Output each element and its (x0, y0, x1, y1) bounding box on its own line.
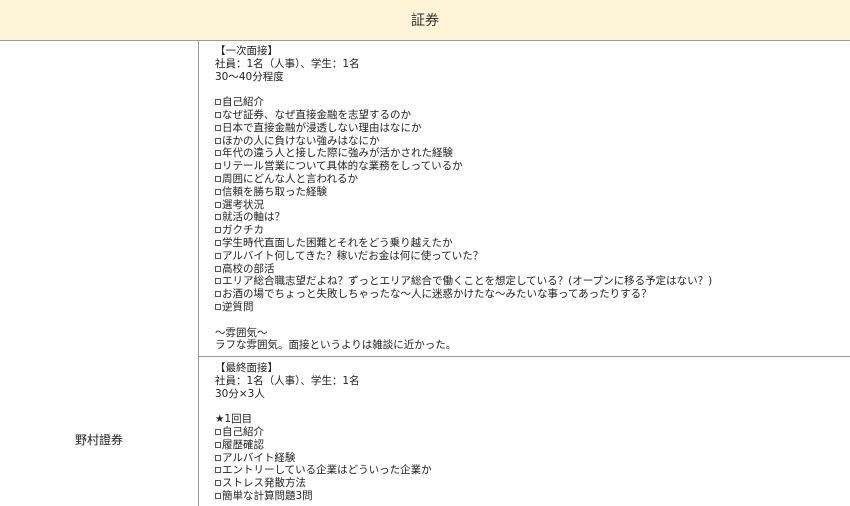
question-item: アルバイト何してきた？稼いだお金は何に使っていた？ (215, 250, 850, 263)
question-text: 逆質問 (222, 300, 254, 313)
question-item: 履歴確認 (215, 439, 850, 452)
checkbox-icon (215, 278, 221, 285)
question-text: ほかの人に負けない強みはなにか (222, 134, 380, 147)
question-list: 自己紹介 履歴確認 アルバイト経験 エントリーしている企業はどういった企業か ストレス発… (215, 426, 850, 503)
question-text: 高校の部活 (222, 262, 275, 275)
atmosphere-heading: 〜雰囲気〜 (215, 326, 268, 339)
checkbox-icon (215, 163, 221, 170)
checkbox-icon (215, 428, 221, 435)
question-text: なぜ証券、なぜ直接金融を志望するのか (222, 108, 411, 121)
question-text: 日本で直接金融が浸透しない理由はなにか (222, 121, 422, 134)
question-text: リテール営業について具体的な業務をしっているか (222, 160, 463, 173)
checkbox-icon (215, 239, 221, 246)
question-item: エリア総合職志望だよね？ずっとエリア総合で働くことを想定している？(オープンに移… (215, 275, 850, 288)
question-text: ガクチカ (222, 224, 264, 237)
question-item: 逆質問 (215, 301, 850, 314)
section-title: 証券 (411, 13, 439, 29)
question-item: ほかの人に負けない強みはなにか (215, 135, 850, 148)
interview-participants: 社員：1名（人事）、学生：1名 (215, 57, 360, 70)
interview-duration: 30〜40分程度 (215, 70, 284, 83)
checkbox-icon (215, 188, 221, 195)
question-item: なぜ証券、なぜ直接金融を志望するのか (215, 109, 850, 122)
checkbox-icon (215, 480, 221, 487)
checkbox-icon (215, 99, 221, 106)
question-text: 簡単な計算問題3問 (222, 489, 313, 502)
checkbox-icon (215, 291, 221, 298)
question-item: お酒の場でちょっと失敗しちゃったな〜人に迷惑かけたな〜みたいな事ってあったりする… (215, 288, 850, 301)
question-item: 自己紹介 (215, 426, 850, 439)
question-item: 自己紹介 (215, 96, 850, 109)
question-item: 日本で直接金融が浸透しない理由はなにか (215, 122, 850, 135)
company-column: 野村證券 (0, 41, 199, 506)
checkbox-icon (215, 227, 221, 234)
question-text: 年代の違う人と接した際に強みが活かされた経験 (222, 147, 453, 160)
question-item: 周囲にどんな人と言われるか (215, 173, 850, 186)
question-item: ストレス発散方法 (215, 477, 850, 490)
question-text: 就活の軸は？ (222, 211, 285, 224)
checkbox-icon (215, 175, 221, 182)
checkbox-icon (215, 150, 221, 157)
question-item: リテール営業について具体的な業務をしっているか (215, 160, 850, 173)
checkbox-icon (215, 111, 221, 118)
checkbox-icon (215, 454, 221, 461)
interview-heading: 【最終面接】 (215, 362, 278, 374)
question-text: アルバイト経験 (222, 451, 296, 464)
question-item: アルバイト経験 (215, 452, 850, 465)
checkbox-icon (215, 137, 221, 144)
question-text: 学生時代直面した困難とそれをどう乗り越えたか (222, 236, 453, 249)
question-list: 自己紹介 なぜ証券、なぜ直接金融を志望するのか 日本で直接金融が浸透しない理由はなに… (215, 96, 850, 314)
question-text: アルバイト何してきた？稼いだお金は何に使っていた？ (222, 249, 484, 262)
question-item: 簡単な計算問題3問 (215, 490, 850, 503)
question-item: 選考状況 (215, 199, 850, 212)
checkbox-icon (215, 252, 221, 259)
question-text: 周囲にどんな人と言われるか (222, 172, 358, 185)
question-item: エントリーしている企業はどういった企業か (215, 464, 850, 477)
interview-cell-first: 【一次面接】 社員：1名（人事）、学生：1名 30〜40分程度 自己紹介 なぜ証券… (199, 41, 850, 357)
interview-duration: 30分×3人 (215, 387, 265, 400)
checkbox-icon (215, 303, 221, 310)
question-text: 自己紹介 (222, 96, 264, 109)
checkbox-icon (215, 441, 221, 448)
company-name: 野村證券 (74, 433, 123, 447)
checkbox-icon (215, 492, 221, 499)
question-item: ガクチカ (215, 224, 850, 237)
question-text: エントリーしている企業はどういった企業か (222, 464, 432, 477)
question-text: 信頼を勝ち取った経験 (222, 185, 327, 198)
section-header: 証券 (0, 0, 850, 41)
question-text: ストレス発散方法 (222, 477, 306, 490)
question-item: 高校の部活 (215, 263, 850, 276)
checkbox-icon (215, 201, 221, 208)
question-text: エリア総合職志望だよね？ずっとエリア総合で働くことを想定している？(オープンに移… (222, 275, 713, 288)
question-text: お酒の場でちょっと失敗しちゃったな〜人に迷惑かけたな〜みたいな事ってあったりする… (222, 288, 652, 301)
question-item: 就活の軸は？ (215, 211, 850, 224)
interview-heading: 【一次面接】 (215, 45, 278, 57)
question-item: 信頼を勝ち取った経験 (215, 186, 850, 199)
question-text: 選考状況 (222, 198, 264, 211)
question-item: 学生時代直面した困難とそれをどう乗り越えたか (215, 237, 850, 250)
interview-participants: 社員：1名（人事）、学生：1名 (215, 374, 360, 387)
interview-round: ★1回目 (215, 413, 253, 426)
checkbox-icon (215, 214, 221, 221)
question-text: 自己紹介 (222, 425, 264, 438)
question-text: 履歴確認 (222, 438, 264, 451)
checkbox-icon (215, 124, 221, 131)
checkbox-icon (215, 467, 221, 474)
question-item: 年代の違う人と接した際に強みが活かされた経験 (215, 147, 850, 160)
checkbox-icon (215, 265, 221, 272)
atmosphere-text: ラフな雰囲気。面接というよりは雑談に近かった。 (215, 339, 457, 352)
interview-cell-final: 【最終面接】 社員：1名（人事）、学生：1名 30分×3人 ★1回目 自己紹介履… (199, 357, 850, 506)
